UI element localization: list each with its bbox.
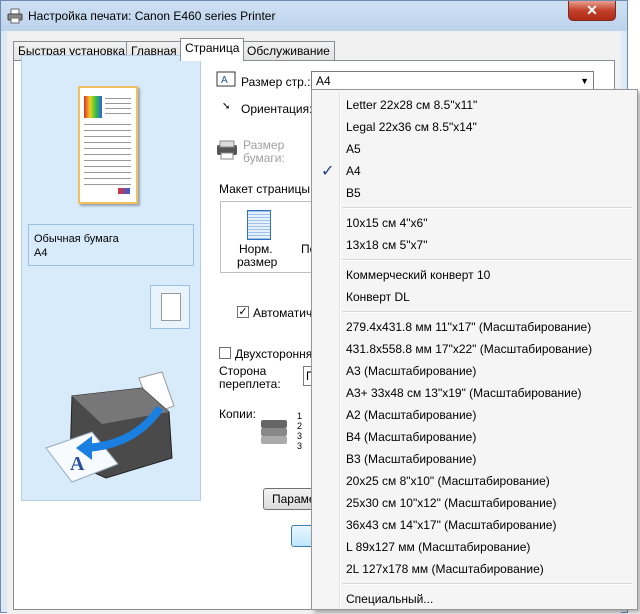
dd-item-8x10[interactable]: 20x25 см 8"x10" (Масштабирование) [346, 474, 550, 488]
dd-item-13x18[interactable]: 13x18 см 5"x7" [346, 238, 427, 252]
collate-icon: 1 2 3 3 [297, 411, 302, 451]
layout-option-line1: Норм. [239, 242, 273, 256]
paper-info-box: Обычная бумага A4 [28, 224, 194, 266]
paper-tray-icon [217, 140, 237, 160]
layout-list[interactable]: Норм. размер По [220, 201, 316, 273]
printer-illustration-icon: A [45, 371, 175, 483]
page-size-icon: A [216, 71, 236, 87]
svg-text:3: 3 [297, 431, 302, 441]
paper-size-label-line1: Размер [243, 138, 285, 152]
svg-text:2: 2 [297, 421, 302, 431]
dd-item-b4[interactable]: B4 (Масштабирование) [346, 430, 476, 444]
dd-item-2l[interactable]: 2L 127x178 мм (Масштабирование) [346, 562, 544, 576]
dd-item-10x15[interactable]: 10x15 см 4"x6" [346, 216, 427, 230]
page-size-value: A4 [316, 74, 331, 88]
layout-option-line2: размер [237, 255, 278, 269]
close-button[interactable]: ✕ [568, 1, 616, 21]
dd-item-b3[interactable]: B3 (Масштабирование) [346, 452, 476, 466]
svg-text:A: A [221, 75, 228, 86]
parameters-button[interactable]: Парамет [263, 488, 315, 510]
page-size-select[interactable]: A4 ▼ [311, 71, 594, 91]
binding-label-line1: Сторона [219, 364, 267, 378]
orientation-icon: ➘ [222, 101, 231, 112]
selected-check-icon: ✓ [321, 163, 335, 180]
dd-item-a3plus[interactable]: A3+ 33x48 см 13"x19" (Масштабирование) [346, 386, 581, 400]
tab-maintenance[interactable]: Обслуживание [242, 41, 335, 60]
normal-size-layout-icon [247, 210, 271, 240]
dd-item-10x12[interactable]: 25x30 см 10"x12" (Масштабирование) [346, 496, 556, 510]
svg-text:3: 3 [297, 441, 302, 451]
dd-item-letter[interactable]: Letter 22x28 см 8.5"x11" [346, 98, 477, 112]
duplex-label: Двухсторонняя [235, 347, 319, 361]
media-type-text: Обычная бумага [34, 233, 119, 245]
dd-item-legal[interactable]: Legal 22x36 см 8.5"x14" [346, 120, 477, 134]
page-size-dropdown-list: ✓ Letter 22x28 см 8.5"x11" Legal 22x36 с… [311, 89, 638, 610]
small-page-preview [150, 285, 190, 329]
svg-text:1: 1 [297, 411, 302, 421]
dd-item-14x17[interactable]: 36x43 см 14"x17" (Масштабирование) [346, 518, 556, 532]
dd-item-a4[interactable]: A4 [346, 164, 361, 178]
dd-item-a2[interactable]: A2 (Масштабирование) [346, 408, 476, 422]
chevron-down-icon: ▼ [580, 76, 589, 86]
paper-size-label-line2: бумаги: [243, 151, 285, 165]
page-preview-thumbnail [78, 86, 138, 204]
dd-item-11x17[interactable]: 279.4x431.8 мм 11"x17" (Масштабирование) [346, 320, 591, 334]
layout-label: Макет страницы: [219, 182, 314, 196]
auto-checkbox[interactable]: ✓ [237, 306, 249, 318]
dd-item-a3[interactable]: A3 (Масштабирование) [346, 364, 476, 378]
dd-item-envelope-dl[interactable]: Конверт DL [346, 290, 410, 304]
binding-label-line2: переплета: [219, 377, 281, 391]
svg-text:A: A [70, 453, 85, 475]
preview-panel: Обычная бумага A4 A [21, 55, 201, 501]
paper-size-text: A4 [34, 247, 48, 259]
orientation-label: Ориентация: [241, 102, 313, 116]
dd-item-b5[interactable]: B5 [346, 186, 361, 200]
duplex-checkbox[interactable] [219, 347, 231, 359]
dd-item-envelope-10[interactable]: Коммерческий конверт 10 [346, 268, 490, 282]
copies-label: Копии: [219, 407, 256, 421]
dd-item-custom[interactable]: Специальный... [346, 592, 433, 606]
dd-item-a5[interactable]: A5 [346, 142, 361, 156]
window-title: Настройка печати: Canon E460 series Prin… [28, 9, 276, 23]
tab-page[interactable]: Страница [180, 38, 245, 61]
copies-stack-icon [261, 420, 287, 444]
printer-icon [7, 8, 23, 24]
dd-item-17x22[interactable]: 431.8x558.8 мм 17"x22" (Масштабирование) [346, 342, 592, 356]
page-size-label: Размер стр.: [241, 75, 311, 89]
dd-item-l[interactable]: L 89x127 мм (Масштабирование) [346, 540, 530, 554]
title-bar[interactable]: Настройка печати: Canon E460 series Prin… [1, 1, 627, 31]
auto-label: Автоматич. [253, 306, 316, 320]
